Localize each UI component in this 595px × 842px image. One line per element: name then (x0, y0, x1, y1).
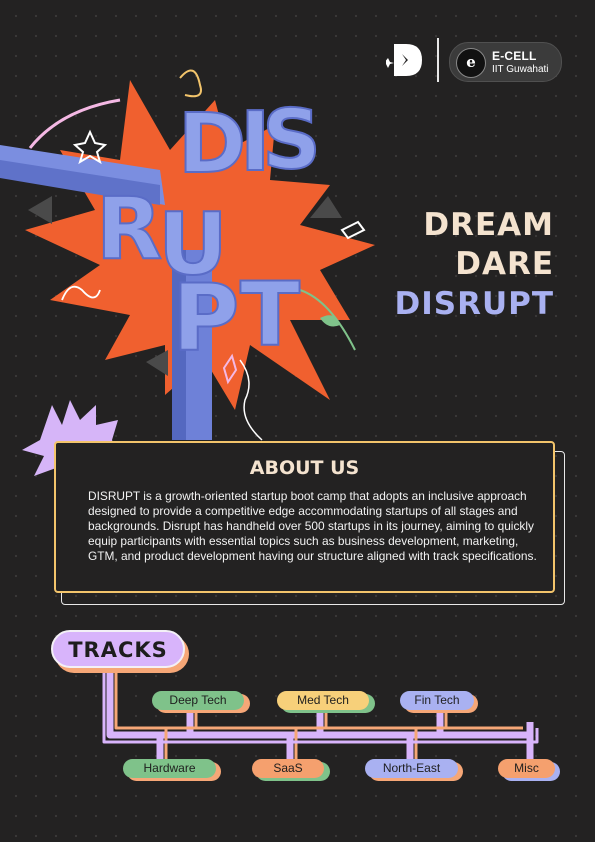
track-pill-fin-tech[interactable]: Fin Tech (400, 691, 474, 710)
track-pill-misc[interactable]: Misc (498, 759, 555, 778)
track-pill-saas[interactable]: SaaS (252, 759, 324, 778)
tracks-title: TRACKS (68, 638, 168, 662)
track-pill-deep-tech[interactable]: Deep Tech (152, 691, 244, 710)
poster: D I S R U P T e E-CELL IIT Guwahati DREA… (0, 0, 595, 842)
track-pill-hardware[interactable]: Hardware (123, 759, 216, 778)
track-pill-med-tech[interactable]: Med Tech (277, 691, 369, 710)
track-pill-north-east[interactable]: North-East (365, 759, 458, 778)
tracks-connectors (102, 668, 539, 765)
tracks-title-pill: TRACKS (51, 630, 185, 668)
